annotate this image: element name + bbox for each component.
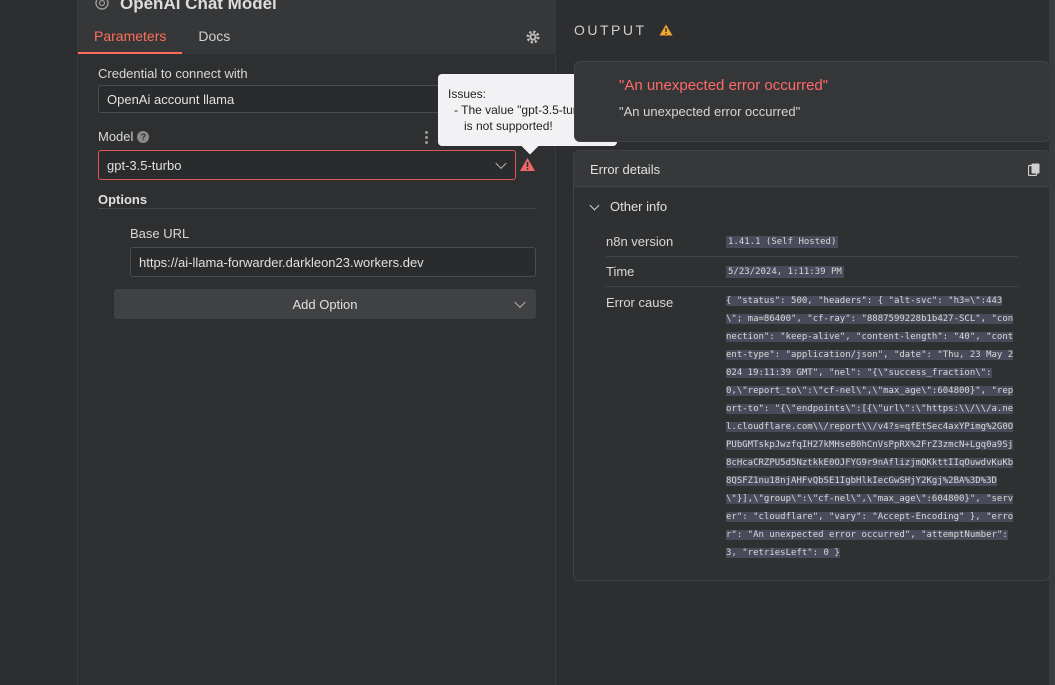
help-circle-icon[interactable]: ? xyxy=(137,131,150,143)
right-scroll-strip xyxy=(1049,0,1055,685)
output-title: OUTPUT xyxy=(574,22,673,38)
error-cause-value: { "status": 500, "headers": { "alt-svc":… xyxy=(726,292,1018,562)
node-header: OpenAI Chat Model Parameters Docs xyxy=(78,0,556,54)
chevron-down-icon[interactable] xyxy=(589,200,600,211)
credential-value: OpenAi account llama xyxy=(107,91,235,107)
row-divider xyxy=(606,256,1018,257)
openai-logo-icon xyxy=(95,0,109,10)
row-divider xyxy=(606,286,1018,287)
time-label: Time xyxy=(606,264,635,279)
error-details-panel: Error details Other info n8n version 1.4… xyxy=(573,150,1050,581)
model-value: gpt-3.5-turbo xyxy=(107,157,182,173)
error-summary: "An unexpected error occurred" "An unexp… xyxy=(574,61,1050,142)
add-option-button[interactable]: Add Option xyxy=(114,289,536,319)
error-title: "An unexpected error occurred" xyxy=(619,77,829,94)
node-tabs: Parameters Docs xyxy=(78,24,246,54)
credential-select[interactable]: OpenAi account llama xyxy=(98,85,448,113)
error-subtitle: "An unexpected error occurred" xyxy=(619,104,801,119)
error-details-header: Error details xyxy=(574,151,1049,187)
output-title-text: OUTPUT xyxy=(574,22,647,38)
error-cause-label: Error cause xyxy=(606,295,674,310)
warning-triangle-icon xyxy=(659,24,673,36)
chevron-down-icon xyxy=(495,157,507,170)
credential-label: Credential to connect with xyxy=(98,66,248,81)
other-info-toggle[interactable]: Other info xyxy=(610,199,667,214)
add-option-label: Add Option xyxy=(292,296,358,312)
model-label: Model? xyxy=(98,129,150,144)
gear-icon[interactable] xyxy=(524,28,542,46)
n8n-version-value: 1.41.1 (Self Hosted) xyxy=(726,236,839,248)
options-title: Options xyxy=(98,192,148,207)
base-url-input[interactable]: https://ai-llama-forwarder.darkleon23.wo… xyxy=(130,247,536,277)
tab-docs[interactable]: Docs xyxy=(182,24,246,54)
error-cause-text: { "status": 500, "headers": { "alt-svc":… xyxy=(726,296,1014,558)
n8n-version-label: n8n version xyxy=(606,234,674,249)
canvas-left-gutter xyxy=(0,0,78,685)
more-options-icon[interactable] xyxy=(425,131,429,145)
options-divider xyxy=(98,208,536,209)
model-select[interactable]: gpt-3.5-turbo xyxy=(98,150,516,180)
base-url-label: Base URL xyxy=(130,226,190,241)
copy-icon[interactable] xyxy=(1028,163,1040,176)
chevron-down-icon xyxy=(514,296,526,309)
base-url-value: https://ai-llama-forwarder.darkleon23.wo… xyxy=(139,254,424,270)
error-details-title: Error details xyxy=(590,162,661,177)
node-title: OpenAI Chat Model xyxy=(120,0,277,13)
warning-triangle-icon[interactable] xyxy=(519,157,536,172)
tab-parameters[interactable]: Parameters xyxy=(78,24,183,54)
model-label-text: Model xyxy=(98,129,134,144)
time-value: 5/23/2024, 1:11:39 PM xyxy=(726,266,844,278)
